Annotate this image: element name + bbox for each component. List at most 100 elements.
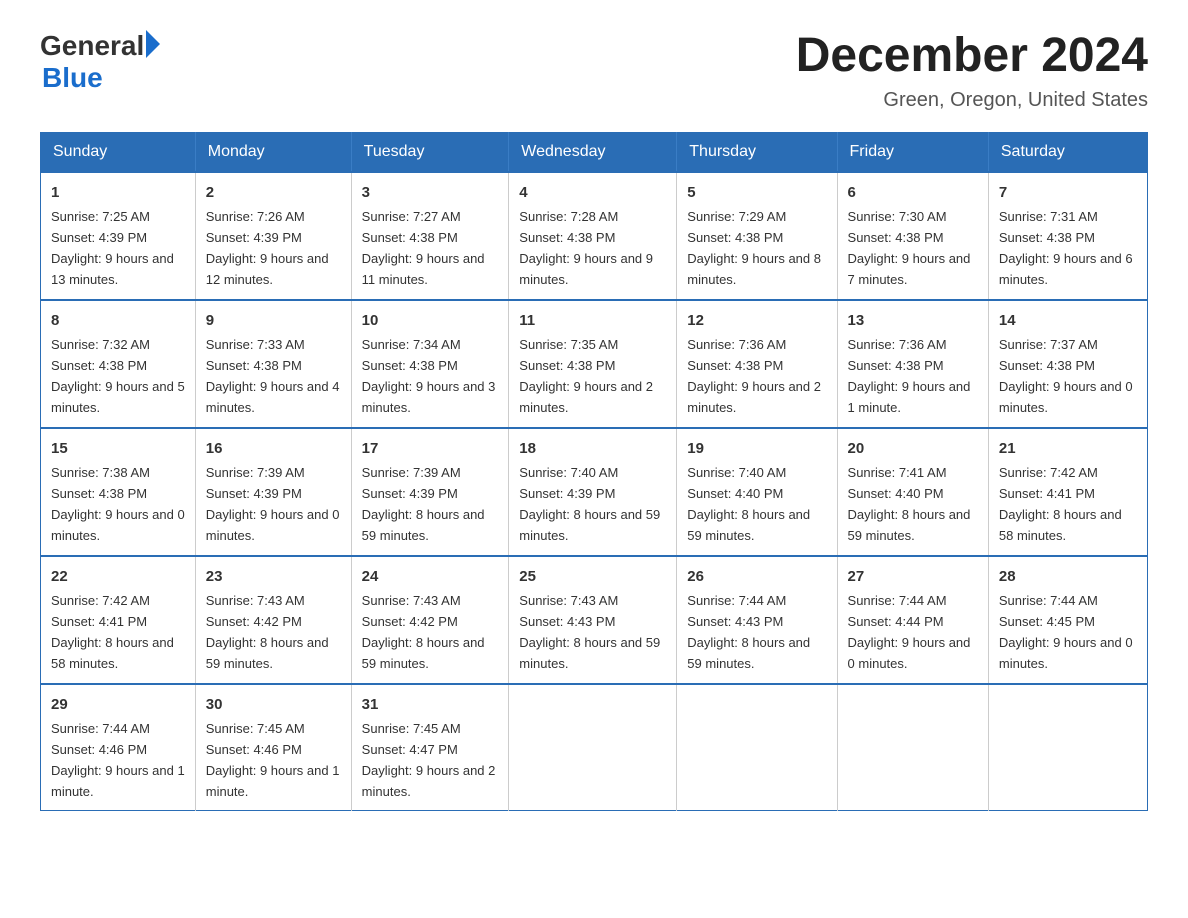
calendar-day-9: 9 Sunrise: 7:33 AMSunset: 4:38 PMDaylight… (195, 300, 351, 428)
day-info: Sunrise: 7:25 AMSunset: 4:39 PMDaylight:… (51, 209, 174, 287)
day-info: Sunrise: 7:37 AMSunset: 4:38 PMDaylight:… (999, 337, 1133, 415)
day-info: Sunrise: 7:31 AMSunset: 4:38 PMDaylight:… (999, 209, 1133, 287)
day-number: 28 (999, 565, 1137, 588)
day-info: Sunrise: 7:44 AMSunset: 4:43 PMDaylight:… (687, 593, 810, 671)
calendar-day-18: 18 Sunrise: 7:40 AMSunset: 4:39 PMDayligh… (509, 428, 677, 556)
day-number: 15 (51, 437, 185, 460)
calendar-day-21: 21 Sunrise: 7:42 AMSunset: 4:41 PMDayligh… (988, 428, 1147, 556)
calendar-day-28: 28 Sunrise: 7:44 AMSunset: 4:45 PMDayligh… (988, 556, 1147, 684)
weekday-header-sunday: Sunday (41, 132, 196, 172)
calendar-day-15: 15 Sunrise: 7:38 AMSunset: 4:38 PMDayligh… (41, 428, 196, 556)
day-info: Sunrise: 7:44 AMSunset: 4:46 PMDaylight:… (51, 721, 185, 799)
calendar-day-empty (988, 684, 1147, 811)
day-number: 19 (687, 437, 826, 460)
calendar-day-5: 5 Sunrise: 7:29 AMSunset: 4:38 PMDaylight… (677, 172, 837, 300)
day-number: 1 (51, 181, 185, 204)
day-number: 3 (362, 181, 499, 204)
day-info: Sunrise: 7:36 AMSunset: 4:38 PMDaylight:… (687, 337, 821, 415)
calendar-day-17: 17 Sunrise: 7:39 AMSunset: 4:39 PMDayligh… (351, 428, 509, 556)
day-info: Sunrise: 7:30 AMSunset: 4:38 PMDaylight:… (848, 209, 971, 287)
calendar-subtitle: Green, Oregon, United States (796, 89, 1148, 112)
day-number: 23 (206, 565, 341, 588)
day-number: 7 (999, 181, 1137, 204)
calendar-day-16: 16 Sunrise: 7:39 AMSunset: 4:39 PMDayligh… (195, 428, 351, 556)
calendar-day-10: 10 Sunrise: 7:34 AMSunset: 4:38 PMDayligh… (351, 300, 509, 428)
calendar-day-20: 20 Sunrise: 7:41 AMSunset: 4:40 PMDayligh… (837, 428, 988, 556)
weekday-header-row: SundayMondayTuesdayWednesdayThursdayFrid… (41, 132, 1148, 172)
day-info: Sunrise: 7:38 AMSunset: 4:38 PMDaylight:… (51, 465, 185, 543)
day-number: 13 (848, 309, 978, 332)
title-block: December 2024 Green, Oregon, United Stat… (796, 30, 1148, 112)
day-info: Sunrise: 7:41 AMSunset: 4:40 PMDaylight:… (848, 465, 971, 543)
day-info: Sunrise: 7:26 AMSunset: 4:39 PMDaylight:… (206, 209, 329, 287)
calendar-week-1: 1 Sunrise: 7:25 AMSunset: 4:39 PMDaylight… (41, 172, 1148, 300)
day-info: Sunrise: 7:32 AMSunset: 4:38 PMDaylight:… (51, 337, 185, 415)
calendar-day-8: 8 Sunrise: 7:32 AMSunset: 4:38 PMDaylight… (41, 300, 196, 428)
day-number: 16 (206, 437, 341, 460)
calendar-week-3: 15 Sunrise: 7:38 AMSunset: 4:38 PMDayligh… (41, 428, 1148, 556)
calendar-day-2: 2Sunrise: 7:26 AMSunset: 4:39 PMDaylight… (195, 172, 351, 300)
day-number: 31 (362, 693, 499, 716)
day-info: Sunrise: 7:42 AMSunset: 4:41 PMDaylight:… (999, 465, 1122, 543)
day-info: Sunrise: 7:39 AMSunset: 4:39 PMDaylight:… (362, 465, 485, 543)
day-number: 30 (206, 693, 341, 716)
day-info: Sunrise: 7:43 AMSunset: 4:42 PMDaylight:… (362, 593, 485, 671)
page-header: General Blue December 2024 Green, Oregon… (40, 30, 1148, 112)
day-number: 21 (999, 437, 1137, 460)
calendar-day-1: 1 Sunrise: 7:25 AMSunset: 4:39 PMDaylight… (41, 172, 196, 300)
weekday-header-wednesday: Wednesday (509, 132, 677, 172)
weekday-header-thursday: Thursday (677, 132, 837, 172)
calendar-title: December 2024 (796, 30, 1148, 83)
day-info: Sunrise: 7:29 AMSunset: 4:38 PMDaylight:… (687, 209, 821, 287)
day-info: Sunrise: 7:43 AMSunset: 4:43 PMDaylight:… (519, 593, 660, 671)
day-info: Sunrise: 7:33 AMSunset: 4:38 PMDaylight:… (206, 337, 340, 415)
day-info: Sunrise: 7:40 AMSunset: 4:39 PMDaylight:… (519, 465, 660, 543)
day-info: Sunrise: 7:35 AMSunset: 4:38 PMDaylight:… (519, 337, 653, 415)
calendar-day-empty (677, 684, 837, 811)
day-number: 9 (206, 309, 341, 332)
calendar-day-27: 27Sunrise: 7:44 AMSunset: 4:44 PMDayligh… (837, 556, 988, 684)
calendar-day-13: 13 Sunrise: 7:36 AMSunset: 4:38 PMDayligh… (837, 300, 988, 428)
day-number: 24 (362, 565, 499, 588)
day-number: 10 (362, 309, 499, 332)
logo-blue: Blue (42, 62, 103, 94)
weekday-header-monday: Monday (195, 132, 351, 172)
calendar-day-30: 30 Sunrise: 7:45 AMSunset: 4:46 PMDayligh… (195, 684, 351, 811)
day-number: 18 (519, 437, 666, 460)
day-number: 17 (362, 437, 499, 460)
day-number: 22 (51, 565, 185, 588)
calendar-day-31: 31 Sunrise: 7:45 AMSunset: 4:47 PMDayligh… (351, 684, 509, 811)
calendar-day-11: 11Sunrise: 7:35 AMSunset: 4:38 PMDayligh… (509, 300, 677, 428)
logo-general: General (40, 30, 144, 62)
calendar-day-3: 3 Sunrise: 7:27 AMSunset: 4:38 PMDaylight… (351, 172, 509, 300)
calendar-day-14: 14 Sunrise: 7:37 AMSunset: 4:38 PMDayligh… (988, 300, 1147, 428)
weekday-header-saturday: Saturday (988, 132, 1147, 172)
calendar-header: SundayMondayTuesdayWednesdayThursdayFrid… (41, 132, 1148, 172)
calendar-day-12: 12Sunrise: 7:36 AMSunset: 4:38 PMDayligh… (677, 300, 837, 428)
calendar-day-25: 25 Sunrise: 7:43 AMSunset: 4:43 PMDayligh… (509, 556, 677, 684)
weekday-header-tuesday: Tuesday (351, 132, 509, 172)
day-info: Sunrise: 7:27 AMSunset: 4:38 PMDaylight:… (362, 209, 485, 287)
calendar-week-2: 8 Sunrise: 7:32 AMSunset: 4:38 PMDaylight… (41, 300, 1148, 428)
day-info: Sunrise: 7:45 AMSunset: 4:47 PMDaylight:… (362, 721, 496, 799)
day-number: 20 (848, 437, 978, 460)
day-info: Sunrise: 7:44 AMSunset: 4:45 PMDaylight:… (999, 593, 1133, 671)
weekday-header-friday: Friday (837, 132, 988, 172)
day-info: Sunrise: 7:34 AMSunset: 4:38 PMDaylight:… (362, 337, 496, 415)
day-number: 8 (51, 309, 185, 332)
calendar-day-23: 23 Sunrise: 7:43 AMSunset: 4:42 PMDayligh… (195, 556, 351, 684)
day-number: 5 (687, 181, 826, 204)
calendar-day-22: 22Sunrise: 7:42 AMSunset: 4:41 PMDayligh… (41, 556, 196, 684)
day-number: 14 (999, 309, 1137, 332)
day-info: Sunrise: 7:39 AMSunset: 4:39 PMDaylight:… (206, 465, 340, 543)
calendar-day-29: 29Sunrise: 7:44 AMSunset: 4:46 PMDayligh… (41, 684, 196, 811)
day-info: Sunrise: 7:45 AMSunset: 4:46 PMDaylight:… (206, 721, 340, 799)
calendar-day-26: 26Sunrise: 7:44 AMSunset: 4:43 PMDayligh… (677, 556, 837, 684)
calendar-table: SundayMondayTuesdayWednesdayThursdayFrid… (40, 132, 1148, 812)
calendar-body: 1 Sunrise: 7:25 AMSunset: 4:39 PMDaylight… (41, 172, 1148, 811)
day-info: Sunrise: 7:44 AMSunset: 4:44 PMDaylight:… (848, 593, 971, 671)
calendar-day-24: 24 Sunrise: 7:43 AMSunset: 4:42 PMDayligh… (351, 556, 509, 684)
day-info: Sunrise: 7:36 AMSunset: 4:38 PMDaylight:… (848, 337, 971, 415)
day-info: Sunrise: 7:43 AMSunset: 4:42 PMDaylight:… (206, 593, 329, 671)
day-number: 25 (519, 565, 666, 588)
